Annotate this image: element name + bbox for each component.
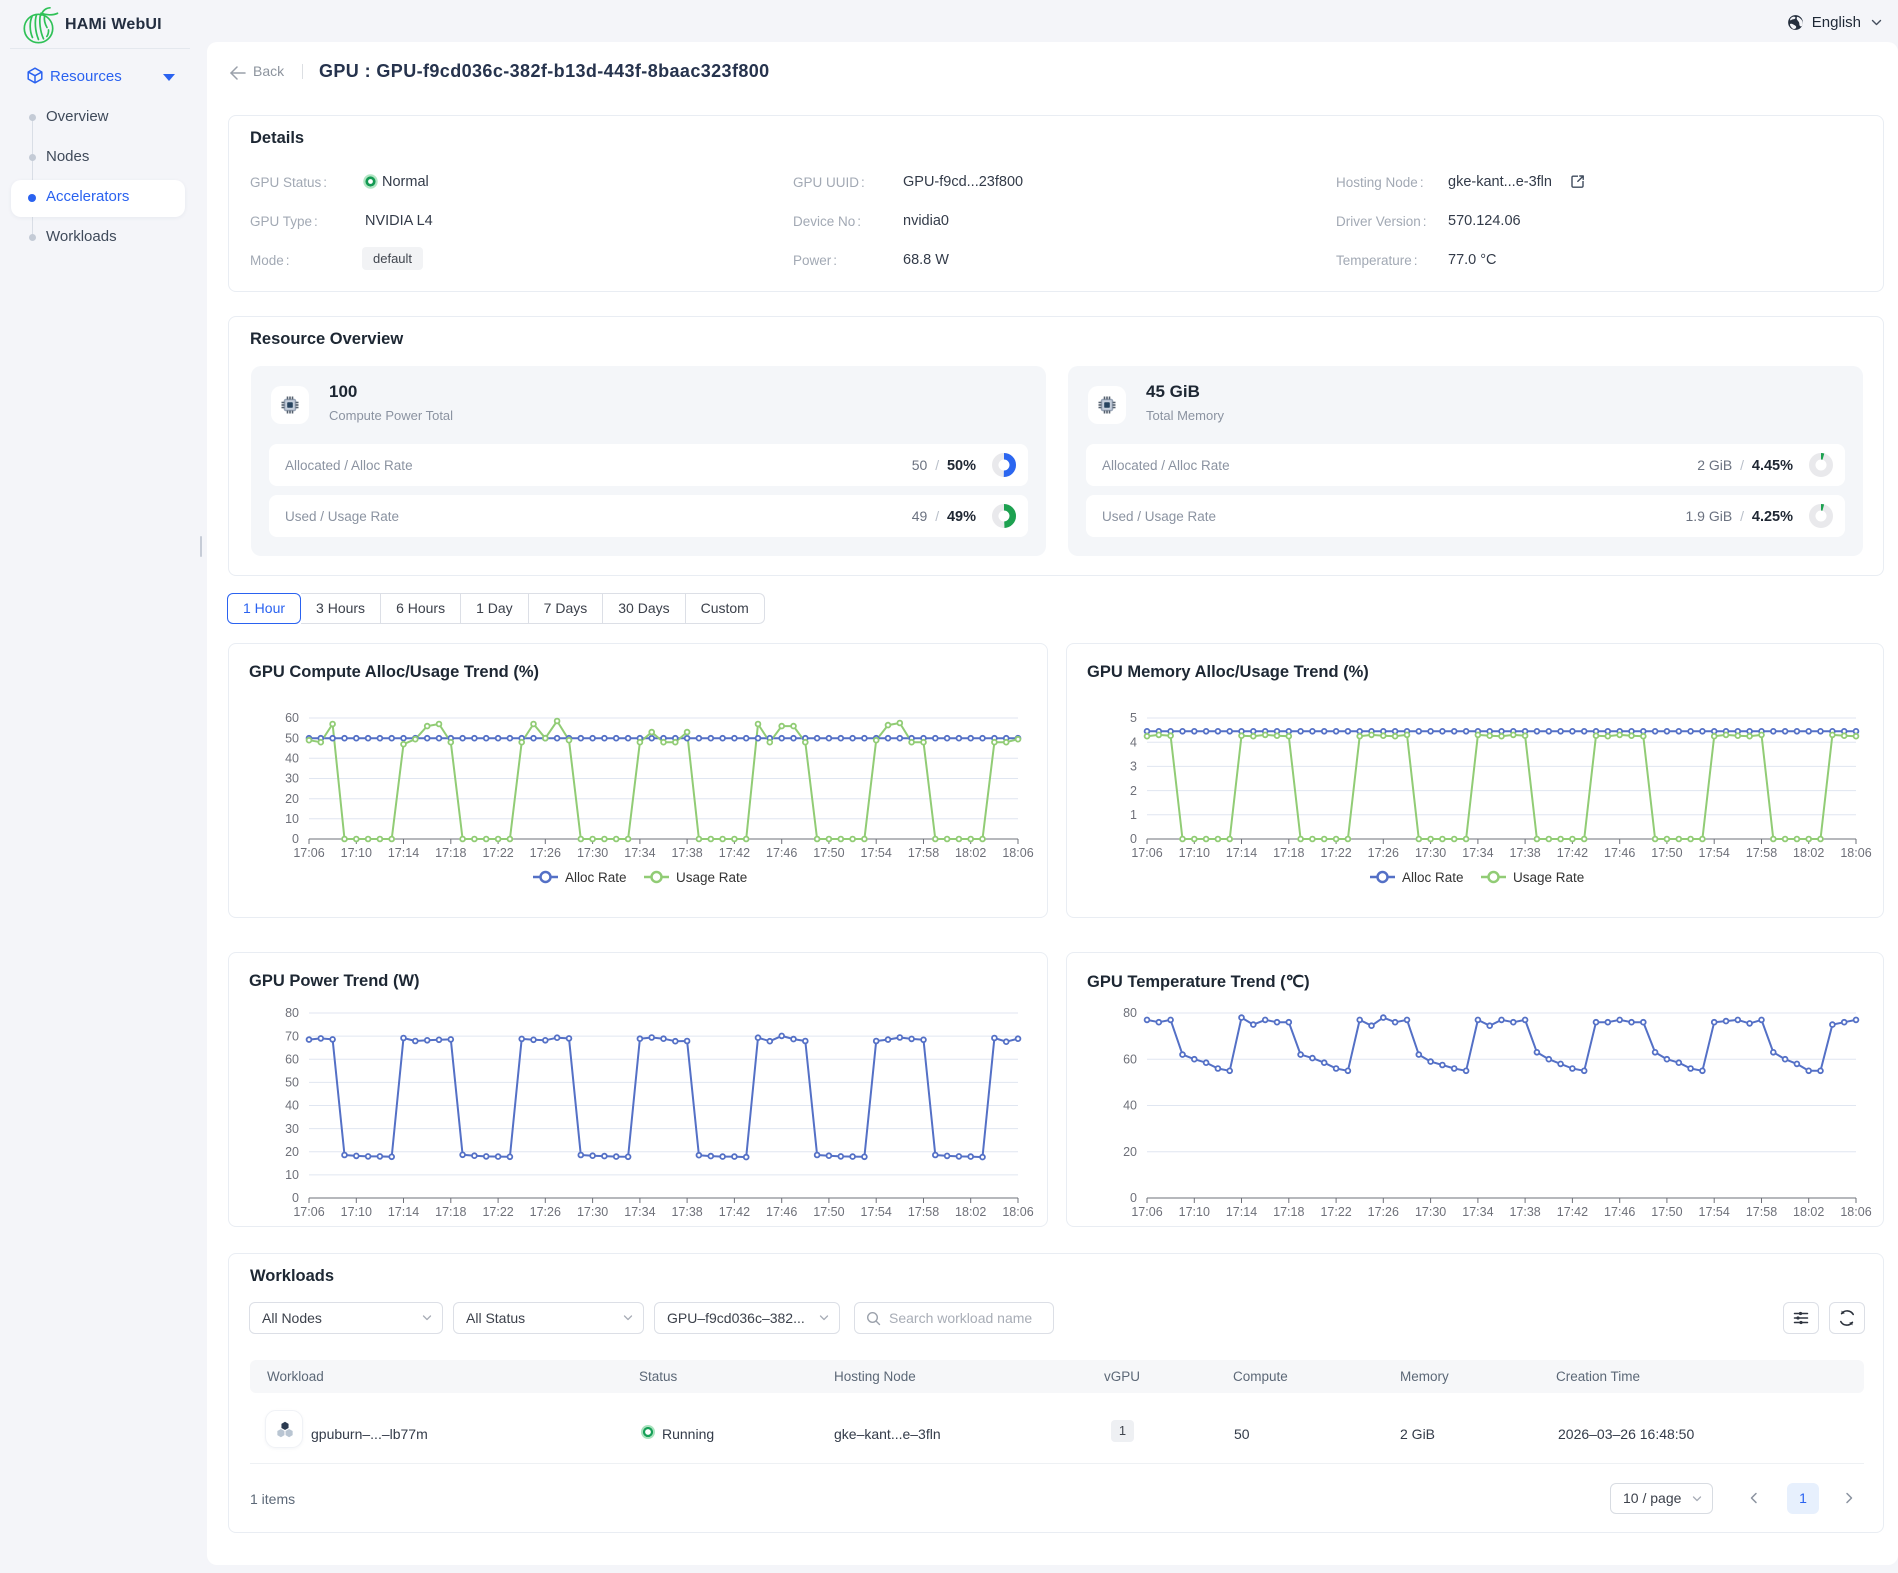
svg-text:17:22: 17:22 (1320, 846, 1351, 860)
svg-text:0: 0 (292, 1191, 299, 1205)
svg-text:4: 4 (1130, 735, 1137, 749)
svg-text:60: 60 (1123, 1053, 1137, 1067)
svg-text:17:18: 17:18 (1273, 846, 1304, 860)
svg-text:10: 10 (285, 1168, 299, 1182)
svg-text:17:58: 17:58 (908, 846, 939, 860)
svg-text:17:10: 17:10 (1179, 846, 1210, 860)
svg-text:17:38: 17:38 (671, 846, 702, 860)
svg-text:17:34: 17:34 (624, 846, 655, 860)
svg-text:5: 5 (1130, 711, 1137, 725)
svg-text:17:34: 17:34 (624, 1205, 655, 1219)
svg-text:17:06: 17:06 (1131, 1205, 1162, 1219)
svg-text:17:42: 17:42 (1557, 846, 1588, 860)
svg-text:60: 60 (285, 1053, 299, 1067)
svg-text:17:10: 17:10 (341, 1205, 372, 1219)
svg-text:17:46: 17:46 (766, 846, 797, 860)
svg-text:Alloc Rate: Alloc Rate (1402, 870, 1464, 885)
svg-text:18:06: 18:06 (1840, 1205, 1871, 1219)
svg-text:17:14: 17:14 (388, 1205, 419, 1219)
svg-text:17:42: 17:42 (719, 846, 750, 860)
svg-text:50: 50 (285, 1076, 299, 1090)
svg-text:17:50: 17:50 (813, 846, 844, 860)
svg-text:17:38: 17:38 (671, 1205, 702, 1219)
svg-text:17:14: 17:14 (388, 846, 419, 860)
svg-text:1: 1 (1130, 808, 1137, 822)
svg-text:2: 2 (1130, 784, 1137, 798)
svg-text:17:10: 17:10 (1179, 1205, 1210, 1219)
svg-text:18:02: 18:02 (1793, 846, 1824, 860)
svg-text:17:38: 17:38 (1509, 846, 1540, 860)
svg-text:17:34: 17:34 (1462, 846, 1493, 860)
svg-text:30: 30 (285, 1122, 299, 1136)
svg-text:17:42: 17:42 (1557, 1205, 1588, 1219)
svg-text:17:46: 17:46 (1604, 846, 1635, 860)
svg-text:18:02: 18:02 (955, 1205, 986, 1219)
svg-text:17:38: 17:38 (1509, 1205, 1540, 1219)
svg-text:17:50: 17:50 (1651, 846, 1682, 860)
svg-text:0: 0 (292, 832, 299, 846)
svg-text:17:30: 17:30 (1415, 1205, 1446, 1219)
svg-text:17:58: 17:58 (1746, 846, 1777, 860)
svg-text:17:30: 17:30 (577, 1205, 608, 1219)
svg-text:0: 0 (1130, 1191, 1137, 1205)
svg-text:17:06: 17:06 (1131, 846, 1162, 860)
svg-text:17:22: 17:22 (482, 1205, 513, 1219)
svg-text:17:54: 17:54 (1699, 1205, 1730, 1219)
svg-text:17:06: 17:06 (293, 846, 324, 860)
svg-text:20: 20 (285, 1145, 299, 1159)
svg-text:17:22: 17:22 (1320, 1205, 1351, 1219)
svg-text:17:18: 17:18 (1273, 1205, 1304, 1219)
svg-text:60: 60 (285, 711, 299, 725)
svg-text:18:06: 18:06 (1840, 846, 1871, 860)
svg-text:17:54: 17:54 (861, 1205, 892, 1219)
svg-text:18:02: 18:02 (955, 846, 986, 860)
svg-text:17:46: 17:46 (1604, 1205, 1635, 1219)
svg-text:10: 10 (285, 812, 299, 826)
svg-text:80: 80 (1123, 1006, 1137, 1020)
svg-text:17:18: 17:18 (435, 846, 466, 860)
svg-text:40: 40 (1123, 1099, 1137, 1113)
svg-text:17:26: 17:26 (530, 1205, 561, 1219)
svg-text:50: 50 (285, 731, 299, 745)
svg-text:18:02: 18:02 (1793, 1205, 1824, 1219)
svg-text:40: 40 (285, 1099, 299, 1113)
svg-text:17:30: 17:30 (1415, 846, 1446, 860)
svg-text:17:26: 17:26 (1368, 1205, 1399, 1219)
svg-text:0: 0 (1130, 832, 1137, 846)
svg-text:3: 3 (1130, 760, 1137, 774)
svg-text:17:50: 17:50 (1651, 1205, 1682, 1219)
svg-text:17:10: 17:10 (341, 846, 372, 860)
svg-text:17:26: 17:26 (530, 846, 561, 860)
svg-text:17:18: 17:18 (435, 1205, 466, 1219)
svg-text:17:26: 17:26 (1368, 846, 1399, 860)
svg-text:17:30: 17:30 (577, 846, 608, 860)
svg-text:Usage Rate: Usage Rate (1513, 870, 1584, 885)
svg-text:17:06: 17:06 (293, 1205, 324, 1219)
svg-text:20: 20 (285, 792, 299, 806)
svg-text:17:54: 17:54 (861, 846, 892, 860)
svg-text:17:42: 17:42 (719, 1205, 750, 1219)
svg-text:17:54: 17:54 (1699, 846, 1730, 860)
svg-text:17:58: 17:58 (1746, 1205, 1777, 1219)
svg-text:17:14: 17:14 (1226, 1205, 1257, 1219)
svg-text:18:06: 18:06 (1002, 846, 1033, 860)
svg-text:30: 30 (285, 772, 299, 786)
svg-text:17:58: 17:58 (908, 1205, 939, 1219)
svg-text:20: 20 (1123, 1145, 1137, 1159)
svg-text:Alloc Rate: Alloc Rate (565, 870, 627, 885)
svg-text:70: 70 (285, 1029, 299, 1043)
svg-text:40: 40 (285, 752, 299, 766)
svg-text:17:14: 17:14 (1226, 846, 1257, 860)
svg-text:17:46: 17:46 (766, 1205, 797, 1219)
svg-text:17:50: 17:50 (813, 1205, 844, 1219)
svg-text:Usage Rate: Usage Rate (676, 870, 747, 885)
svg-text:80: 80 (285, 1006, 299, 1020)
svg-text:18:06: 18:06 (1002, 1205, 1033, 1219)
svg-text:17:34: 17:34 (1462, 1205, 1493, 1219)
svg-text:17:22: 17:22 (482, 846, 513, 860)
